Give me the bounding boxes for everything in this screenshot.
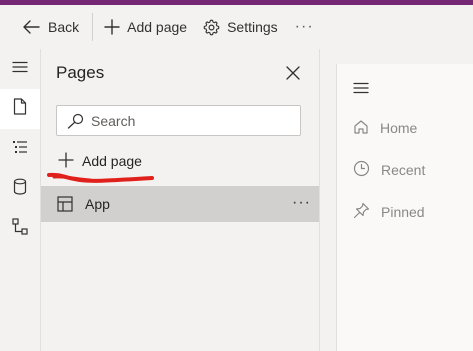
back-label: Back	[48, 19, 80, 35]
add-page-label: Add page	[82, 153, 142, 169]
more-options-button[interactable]: ···	[295, 5, 314, 49]
back-arrow-icon	[22, 19, 40, 35]
canvas-gutter	[320, 49, 336, 351]
pin-icon	[353, 202, 370, 222]
close-icon	[285, 66, 301, 85]
rail-tree-view-button[interactable]	[0, 129, 40, 169]
search-input[interactable]	[91, 111, 291, 131]
add-page-button[interactable]: Add page	[104, 5, 187, 49]
page-icon	[13, 98, 27, 120]
hamburger-icon	[353, 81, 369, 98]
search-box	[56, 105, 301, 136]
clock-icon	[353, 160, 370, 180]
red-annotation-underline	[47, 172, 154, 183]
home-icon	[353, 119, 369, 138]
app-layout-icon	[57, 196, 73, 212]
page-list-item-app[interactable]: App ···	[41, 186, 319, 222]
toolbar-divider	[92, 13, 94, 41]
canvas-menu-button[interactable]	[353, 81, 369, 99]
add-page-label: Add page	[127, 19, 188, 35]
rail-pages-button[interactable]	[0, 89, 40, 129]
tree-view-icon	[12, 140, 28, 159]
page-item-label: App	[85, 196, 110, 212]
left-rail	[0, 49, 41, 351]
rail-menu-button[interactable]	[0, 49, 40, 89]
plus-icon	[104, 19, 120, 35]
nav-item-label: Home	[380, 120, 418, 136]
settings-label: Settings	[227, 19, 278, 35]
page-item-more-button[interactable]: ···	[292, 194, 311, 212]
nav-item-home[interactable]: Home	[353, 116, 417, 140]
nav-item-label: Recent	[381, 162, 426, 178]
plus-icon	[58, 151, 74, 171]
nav-item-pinned[interactable]: Pinned	[353, 200, 425, 224]
back-button[interactable]: Back	[22, 5, 79, 49]
hamburger-icon	[12, 60, 28, 78]
rail-flow-button[interactable]	[0, 209, 40, 249]
add-page-link[interactable]: Add page	[58, 150, 142, 172]
gear-icon	[203, 19, 220, 36]
close-panel-button[interactable]	[285, 65, 301, 81]
command-bar: Back Add page Settings ···	[0, 5, 473, 49]
search-icon	[67, 113, 84, 134]
flow-icon	[12, 218, 28, 240]
settings-button[interactable]: Settings	[203, 5, 278, 49]
database-icon	[13, 178, 27, 200]
nav-item-recent[interactable]: Recent	[353, 158, 425, 182]
pages-panel: Pages Add page App ···	[41, 49, 320, 351]
rail-data-button[interactable]	[0, 169, 40, 209]
nav-item-label: Pinned	[381, 204, 425, 220]
panel-title: Pages	[56, 63, 105, 82]
app-canvas-preview: Home Recent Pinned	[336, 64, 473, 351]
